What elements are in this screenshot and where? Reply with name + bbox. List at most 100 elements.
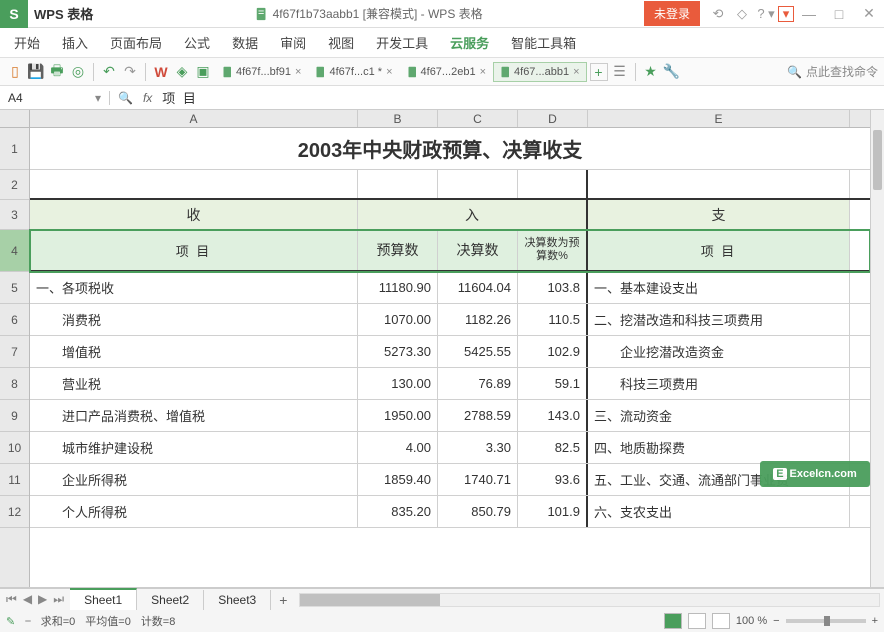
cell[interactable]: 5425.55	[438, 336, 518, 367]
fx-content[interactable]: 项 目	[162, 88, 198, 107]
cell[interactable]: 支	[588, 200, 850, 229]
zoom-in-icon[interactable]: +	[872, 615, 878, 627]
cell[interactable]: 六、支农支出	[588, 496, 850, 527]
sheet-nav[interactable]: ⏮ ◀ ▶ ⏭	[0, 592, 70, 607]
close-icon[interactable]: ×	[295, 66, 301, 78]
cell[interactable]: 城市维护建设税	[30, 432, 358, 463]
row-header-3[interactable]: 3	[0, 200, 29, 230]
menu-开始[interactable]: 开始	[14, 33, 40, 52]
view-normal-icon[interactable]	[664, 613, 682, 629]
menu-插入[interactable]: 插入	[62, 33, 88, 52]
cell[interactable]	[438, 170, 518, 198]
cell[interactable]: 5273.30	[358, 336, 438, 367]
col-header-B[interactable]: B	[358, 110, 438, 127]
wrench-icon[interactable]: 🔧	[663, 63, 681, 81]
zoom-out-icon[interactable]: −	[773, 615, 779, 627]
zoom-slider[interactable]	[786, 619, 866, 623]
file-tab[interactable]: 4f67...abb1×	[493, 62, 587, 82]
down-icon[interactable]: ▾	[778, 6, 794, 22]
cell[interactable]: 三、流动资金	[588, 400, 850, 431]
menu-公式[interactable]: 公式	[184, 33, 210, 52]
redo-icon[interactable]: ↷	[121, 63, 139, 81]
fx-search-icon[interactable]: 🔍	[118, 91, 133, 105]
cell[interactable]: 个人所得税	[30, 496, 358, 527]
file-tab[interactable]: 4f67f...c1 *×	[308, 62, 399, 82]
row-header-6[interactable]: 6	[0, 304, 29, 336]
cell[interactable]: 营业税	[30, 368, 358, 399]
cell[interactable]: 二、挖潜改造和科技三项费用	[588, 304, 850, 335]
cell[interactable]	[588, 170, 850, 198]
cube-icon[interactable]: ◈	[173, 63, 191, 81]
login-button[interactable]: 未登录	[644, 1, 700, 26]
cell[interactable]: 入	[358, 200, 588, 229]
cell[interactable]: 进口产品消费税、增值税	[30, 400, 358, 431]
new-icon[interactable]: ▯	[6, 63, 24, 81]
sync-icon[interactable]: ⟲	[706, 1, 730, 27]
cell[interactable]: 110.5	[518, 304, 588, 335]
col-header-D[interactable]: D	[518, 110, 588, 127]
next-sheet-icon[interactable]: ▶	[36, 592, 49, 607]
cell[interactable]: 企业所得税	[30, 464, 358, 495]
file-tab[interactable]: 4f67...2eb1×	[400, 62, 494, 82]
close-icon[interactable]: ×	[480, 66, 486, 78]
row-header-2[interactable]: 2	[0, 170, 29, 200]
cell[interactable]: 决算数为预算数%	[518, 230, 588, 270]
cell[interactable]: 企业挖潜改造资金	[588, 336, 850, 367]
cell[interactable]: 11604.04	[438, 272, 518, 303]
menu-页面布局[interactable]: 页面布局	[110, 33, 162, 52]
select-all-corner[interactable]	[0, 110, 30, 128]
cell[interactable]: 76.89	[438, 368, 518, 399]
close-icon[interactable]: ×	[573, 66, 579, 78]
print-icon[interactable]: 🖶	[48, 63, 66, 81]
menu-数据[interactable]: 数据	[232, 33, 258, 52]
cell[interactable]	[30, 170, 358, 198]
cell[interactable]	[518, 170, 588, 198]
minimize-button[interactable]: —	[794, 1, 824, 27]
menu-智能工具箱[interactable]: 智能工具箱	[511, 33, 576, 52]
undo-icon[interactable]: ↶	[100, 63, 118, 81]
first-sheet-icon[interactable]: ⏮	[4, 592, 19, 607]
user-icon[interactable]: ◇	[730, 1, 754, 27]
menu-开发工具[interactable]: 开发工具	[376, 33, 428, 52]
cell[interactable]: 决算数	[438, 230, 518, 270]
cell[interactable]: 1182.26	[438, 304, 518, 335]
col-header-C[interactable]: C	[438, 110, 518, 127]
row-header-11[interactable]: 11	[0, 464, 29, 496]
help-icon[interactable]: ? ▾	[754, 1, 778, 27]
cell[interactable]: 835.20	[358, 496, 438, 527]
row-header-5[interactable]: 5	[0, 272, 29, 304]
row-header-7[interactable]: 7	[0, 336, 29, 368]
menu-icon[interactable]: ☰	[611, 63, 629, 81]
row-header-4[interactable]: 4	[0, 230, 29, 272]
file-tab[interactable]: 4f67f...bf91×	[215, 62, 308, 82]
name-box[interactable]: A4▾	[0, 91, 110, 105]
sheet-tab-Sheet2[interactable]: Sheet2	[137, 590, 204, 610]
cell[interactable]: 2788.59	[438, 400, 518, 431]
cell[interactable]: 项 目	[30, 230, 358, 270]
box-icon[interactable]: ▣	[194, 63, 212, 81]
cell[interactable]: 850.79	[438, 496, 518, 527]
cell[interactable]: 11180.90	[358, 272, 438, 303]
row-header-1[interactable]: 1	[0, 128, 29, 170]
spreadsheet-grid[interactable]: ABCDE 123456789101112 2003年中央财政预算、决算收支收入…	[0, 110, 884, 588]
preview-icon[interactable]: ◎	[69, 63, 87, 81]
cell[interactable]: 1740.71	[438, 464, 518, 495]
cell[interactable]: 2003年中央财政预算、决算收支	[30, 128, 850, 169]
command-search[interactable]: 🔍 点此查找命令	[787, 63, 878, 80]
cell[interactable]: 143.0	[518, 400, 588, 431]
close-icon[interactable]: ×	[386, 66, 392, 78]
maximize-button[interactable]: □	[824, 1, 854, 27]
menu-云服务[interactable]: 云服务	[450, 33, 489, 52]
add-tab-button[interactable]: +	[590, 63, 608, 81]
last-sheet-icon[interactable]: ⏭	[51, 592, 66, 607]
cell[interactable]: 102.9	[518, 336, 588, 367]
row-header-12[interactable]: 12	[0, 496, 29, 528]
cells-area[interactable]: 2003年中央财政预算、决算收支收入支项 目预算数决算数决算数为预算数%项 目一…	[30, 128, 870, 587]
cell[interactable]: 103.8	[518, 272, 588, 303]
cell[interactable]: 93.6	[518, 464, 588, 495]
add-sheet-button[interactable]: +	[271, 592, 295, 608]
prev-sheet-icon[interactable]: ◀	[21, 592, 34, 607]
w-icon[interactable]: W	[152, 63, 170, 81]
view-page-icon[interactable]	[688, 613, 706, 629]
cell[interactable]: 1859.40	[358, 464, 438, 495]
